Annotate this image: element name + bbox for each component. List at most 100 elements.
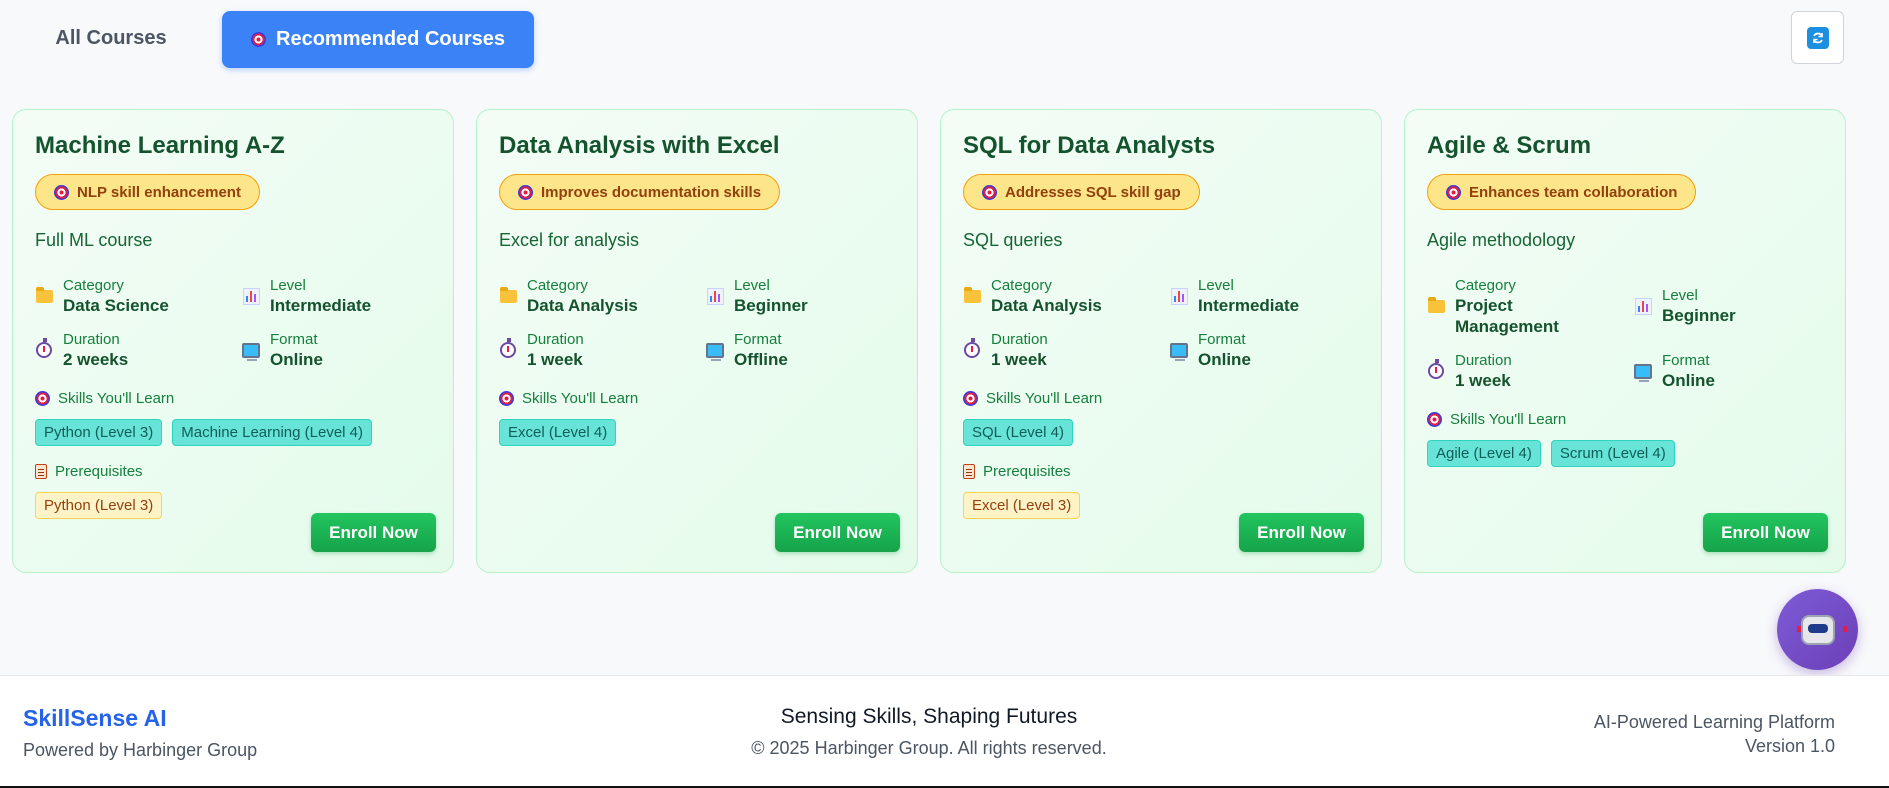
recommendation-badge: NLP skill enhancement (35, 174, 260, 210)
meta-value: Beginner (734, 296, 808, 315)
stopwatch-icon (963, 338, 981, 359)
folder-icon (1427, 296, 1445, 315)
meta-value: Data Analysis (527, 296, 638, 315)
folder-icon (35, 286, 53, 305)
meta-format: Format Online (242, 331, 323, 370)
tab-all-courses[interactable]: All Courses (36, 12, 186, 64)
prerequisites-heading-label: Prerequisites (55, 463, 143, 480)
assistant-button[interactable] (1777, 589, 1858, 670)
meta-value: Intermediate (270, 296, 372, 315)
tab-recommended-courses[interactable]: Recommended Courses (222, 11, 534, 68)
meta-label: Level (1198, 277, 1234, 294)
meta-duration: Duration 1 week (499, 331, 584, 370)
refresh-button[interactable] (1791, 11, 1844, 64)
meta-duration: Duration 1 week (1427, 352, 1512, 391)
meta-label: Category (1455, 277, 1516, 294)
enroll-button[interactable]: Enroll Now (1239, 513, 1364, 552)
bar-chart-icon (1634, 297, 1652, 315)
meta-label: Level (1662, 287, 1698, 304)
meta-value: Online (270, 350, 323, 369)
stopwatch-icon (1427, 359, 1445, 380)
meta-label: Category (527, 277, 588, 294)
skill-chip: Scrum (Level 4) (1550, 440, 1675, 467)
meta-category: Category Data Analysis (499, 277, 638, 316)
meta-label: Category (991, 277, 1052, 294)
meta-format: Format Online (1170, 331, 1251, 370)
meta-value: Project (1455, 296, 1513, 315)
target-icon (963, 391, 978, 406)
prerequisite-chip: Excel (Level 3) (963, 492, 1081, 519)
recommendation-badge: Improves documentation skills (499, 174, 781, 210)
meta-value: Online (1198, 350, 1251, 369)
meta-label: Format (1198, 331, 1246, 348)
course-card: SQL for Data Analysts Addresses SQL skil… (940, 109, 1382, 573)
skills-list: SQL (Level 4) (963, 419, 1073, 446)
meta-value: Management (1455, 317, 1559, 336)
skills-list: Python (Level 3) Machine Learning (Level… (35, 419, 373, 446)
meta-format: Format Online (1634, 352, 1715, 391)
monitor-icon (706, 341, 724, 361)
skill-chip: Machine Learning (Level 4) (172, 419, 373, 446)
meta-value: 2 weeks (63, 350, 129, 369)
clipboard-icon (35, 464, 47, 479)
refresh-icon (1806, 26, 1829, 49)
monitor-icon (1634, 362, 1652, 382)
bar-chart-icon (1170, 287, 1188, 305)
enroll-button[interactable]: Enroll Now (775, 513, 900, 552)
course-title: Data Analysis with Excel (499, 132, 780, 159)
meta-value: Intermediate (1198, 296, 1300, 315)
meta-category: Category Project Management (1427, 277, 1559, 337)
meta-level: Level Beginner (706, 277, 808, 316)
course-title: SQL for Data Analysts (963, 132, 1216, 159)
target-icon (1427, 412, 1442, 427)
target-icon (982, 184, 997, 200)
skill-chip: Excel (Level 4) (499, 419, 617, 446)
target-icon (251, 32, 267, 47)
meta-duration: Duration 2 weeks (35, 331, 128, 370)
bar-chart-icon (706, 287, 724, 305)
meta-category: Category Data Science (35, 277, 169, 316)
meta-value: Data Science (63, 296, 169, 315)
skill-chip: Python (Level 3) (35, 419, 163, 446)
course-description: Full ML course (35, 230, 153, 250)
monitor-icon (1170, 341, 1188, 361)
recommendation-reason: NLP skill enhancement (77, 183, 241, 201)
course-tabs: All Courses Recommended Courses (0, 0, 1889, 90)
stopwatch-icon (35, 338, 53, 359)
tab-recommended-label: Recommended Courses (276, 28, 505, 50)
prerequisites-list: Excel (Level 3) (963, 492, 1081, 519)
skills-heading-label: Skills You'll Learn (986, 390, 1103, 407)
meta-value: Online (1662, 371, 1715, 390)
monitor-icon (242, 341, 260, 361)
skill-chip: Agile (Level 4) (1427, 440, 1541, 467)
meta-level: Level Intermediate (242, 277, 371, 316)
meta-value: 1 week (1455, 371, 1511, 390)
skills-heading: Skills You'll Learn (1427, 411, 1566, 428)
recommendation-reason: Addresses SQL skill gap (1005, 183, 1181, 201)
meta-label: Level (734, 277, 770, 294)
meta-value: 1 week (527, 350, 583, 369)
course-title: Agile & Scrum (1427, 132, 1592, 159)
folder-icon (963, 286, 981, 305)
prerequisites-heading: Prerequisites (35, 463, 143, 480)
footer-platform: AI-Powered Learning Platform (1593, 712, 1835, 732)
prerequisite-chip: Python (Level 3) (35, 492, 163, 519)
meta-category: Category Data Analysis (963, 277, 1102, 316)
course-description: SQL queries (963, 230, 1063, 250)
target-icon (518, 184, 533, 200)
meta-label: Format (270, 331, 318, 348)
footer-platform-info: AI-Powered Learning Platform Version 1.0 (1594, 710, 1835, 758)
meta-label: Duration (991, 331, 1048, 348)
enroll-button[interactable]: Enroll Now (1703, 513, 1828, 552)
meta-value: Beginner (1662, 306, 1736, 325)
skills-heading: Skills You'll Learn (499, 390, 638, 407)
enroll-button[interactable]: Enroll Now (311, 513, 436, 552)
target-icon (35, 391, 50, 406)
skills-heading: Skills You'll Learn (35, 390, 174, 407)
footer: SkillSense AI Powered by Harbinger Group… (0, 675, 1889, 788)
meta-label: Level (270, 277, 306, 294)
course-description: Agile methodology (1427, 230, 1576, 250)
recommendation-reason: Enhances team collaboration (1469, 183, 1678, 201)
meta-label: Duration (1455, 352, 1512, 369)
footer-tagline: Sensing Skills, Shaping Futures (780, 705, 1078, 728)
